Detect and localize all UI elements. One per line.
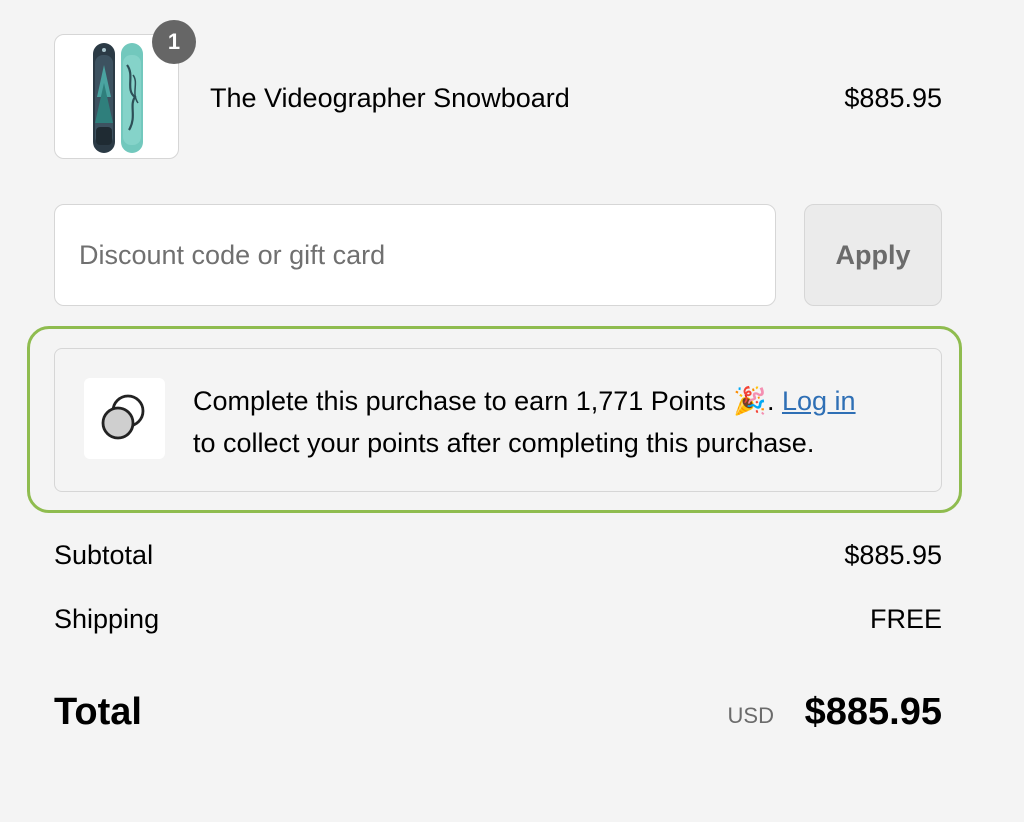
discount-code-input[interactable]: [54, 204, 776, 306]
points-message-text: Complete this purchase to earn 1,771 Poi…: [193, 386, 734, 416]
line-item: 1 The Videographer Snowboard $885.95: [54, 20, 942, 162]
total-value: $885.95: [804, 691, 942, 733]
points-message: Complete this purchase to earn 1,771 Poi…: [193, 380, 913, 464]
product-price: $885.95: [844, 83, 942, 113]
apply-discount-button[interactable]: Apply: [804, 204, 942, 306]
points-message-period: .: [766, 386, 775, 416]
log-in-link[interactable]: Log in: [782, 386, 856, 416]
total-currency: USD: [727, 703, 774, 728]
loyalty-logo-icon: [84, 378, 165, 459]
total-row: Total USD $885.95: [54, 688, 942, 738]
total-label: Total: [54, 691, 142, 733]
party-popper-icon: 🎉: [733, 386, 767, 416]
subtotal-value: $885.95: [844, 540, 942, 570]
points-message-continued: to collect your points after completing …: [193, 428, 815, 458]
order-summary: 1 The Videographer Snowboard $885.95 App…: [0, 0, 1024, 822]
shipping-value: FREE: [869, 604, 942, 634]
shipping-label: Shipping: [54, 604, 160, 634]
quantity-badge: 1: [152, 20, 196, 64]
product-name: The Videographer Snowboard: [210, 83, 570, 113]
subtotal-label: Subtotal: [54, 540, 154, 570]
points-banner: Complete this purchase to earn 1,771 Poi…: [54, 348, 942, 492]
